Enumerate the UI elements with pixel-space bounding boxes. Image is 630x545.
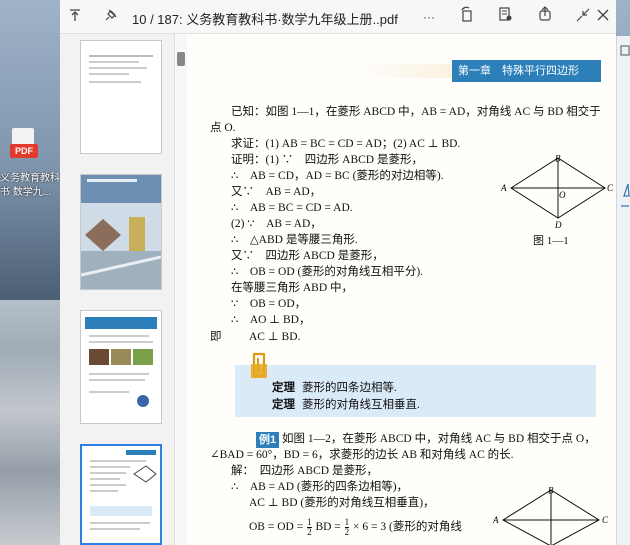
equation-part: BD = <box>315 521 341 534</box>
proof-line: 证明：(1) ∵ 四边形 ABCD 是菱形， <box>231 154 423 166</box>
figure1-label-a: A <box>501 183 507 193</box>
rhombus-figure-2: A B C <box>493 485 609 545</box>
example-line: 如图 1—2，在菱形 ABCD 中，对角线 AC 与 BD 相交于点 O， <box>282 433 596 445</box>
solution-line: 解： 四边形 ABCD 是菱形， <box>231 465 378 477</box>
fraction-denominator: 2 <box>344 527 350 537</box>
solution-equation: OB = OD = 12 BD = 12 × 6 = 3 (菱形的对角线 <box>249 518 462 537</box>
pdf-page: 第一章 特殊平行四边形 已知：如图 1—1，在菱形 ABCD 中，AB = AD… <box>187 34 616 545</box>
document-title: 10 / 187: 义务教育教科书·数学九年级上册..pdf <box>132 12 398 27</box>
proof-line: (2) ∵ AB = AD， <box>231 218 322 230</box>
figure2-label-a: A <box>493 515 499 525</box>
page-thumbnail-current[interactable] <box>80 444 162 545</box>
fraction: 12 <box>307 518 312 537</box>
figure2-label-b: B <box>548 485 554 495</box>
vertical-scrollbar[interactable] <box>175 34 187 545</box>
thumbnail-sidebar <box>60 34 175 545</box>
proof-line: ∴ AB = BC = CD = AD. <box>231 202 353 214</box>
fraction: 12 <box>344 518 350 537</box>
pdf-viewer-window: 10 / 187: 义务教育教科书·数学九年级上册..pdf ··· 第一章 特… <box>60 0 616 545</box>
theorem-text: 菱形的四条边相等. <box>302 382 397 394</box>
proof-line: ∴ OB = OD (菱形的对角线互相平分). <box>231 266 424 278</box>
page-thumbnail[interactable] <box>80 174 162 290</box>
figure1-caption: 图 1—1 <box>533 235 569 247</box>
pdf-badge: PDF <box>10 144 38 158</box>
proof-given-line2: 点 O. <box>210 122 236 134</box>
scrollbar-thumb[interactable] <box>177 52 185 66</box>
proof-line: 在等腰三角形 ABD 中， <box>231 282 354 294</box>
chapter-header: 第一章 特殊平行四边形 <box>452 60 601 82</box>
pdf-file-icon[interactable]: PDF <box>6 128 40 168</box>
desktop-icon-label-line2: 书 数学九... <box>0 187 52 198</box>
proof-prove-line: 求证：(1) AB = BC = CD = AD；(2) AC ⊥ BD. <box>231 138 461 150</box>
thumbnail-preview <box>80 175 162 289</box>
proof-line: 又∵ 四边形 ABCD 是菱形， <box>231 250 384 262</box>
example-line: ∠BAD = 60°，BD = 6，求菱形的边长 AB 和对角线 AC 的长. <box>210 449 514 461</box>
thumbnail-preview <box>90 450 157 530</box>
proof-given-line1: 已知：如图 1—1，在菱形 ABCD 中，AB = AD，对角线 AC 与 BD… <box>231 106 601 118</box>
desktop-icon-label[interactable]: 义务教育教科 书 数学九... <box>0 172 60 200</box>
proof-line: ∴ AB = CD，AD = BC (菱形的对边相等). <box>231 170 444 182</box>
example-label: 例1 <box>256 432 280 448</box>
fraction-denominator: 2 <box>307 527 312 537</box>
paperclip-icon <box>251 352 267 378</box>
thumbnail-preview <box>85 317 157 407</box>
proof-conclusion: AC ⊥ BD. <box>249 331 301 343</box>
rotate-document-icon[interactable] <box>456 6 478 28</box>
page-thumbnail[interactable] <box>80 40 162 154</box>
theorem-box: 定理 菱形的四条边相等. 定理 菱形的对角线互相垂直. <box>235 365 596 417</box>
proof-conclusion-prefix: 即 <box>210 331 222 343</box>
figure1-label-d: D <box>554 220 562 230</box>
figure1-label-o: O <box>559 190 566 200</box>
share-icon[interactable] <box>534 6 556 28</box>
equation-part: × 6 = 3 (菱形的对角线 <box>353 521 462 534</box>
equation-part: OB = OD = <box>249 521 304 534</box>
theorem-label: 定理 <box>272 382 295 394</box>
page-thumbnail[interactable] <box>80 310 162 424</box>
background-window-glyphs <box>620 45 630 207</box>
minimize-expand-icon[interactable] <box>572 6 594 28</box>
doc-settings-icon[interactable] <box>494 6 516 28</box>
proof-line: ∴ AO ⊥ BD， <box>231 314 311 326</box>
proof-line: ∴ △ABD 是等腰三角形. <box>231 234 358 246</box>
desktop-icon-label-line1: 义务教育教科 <box>0 173 60 184</box>
figure1-label-c: C <box>607 183 613 193</box>
theorem-label: 定理 <box>272 399 295 411</box>
solution-line: AC ⊥ BD (菱形的对角线互相垂直)， <box>249 497 435 509</box>
thumbnail-preview <box>89 55 153 83</box>
titlebar: 10 / 187: 义务教育教科书·数学九年级上册..pdf ··· <box>60 0 616 34</box>
theorem-text: 菱形的对角线互相垂直. <box>302 399 420 411</box>
more-options-button[interactable]: ··· <box>418 6 440 28</box>
proof-line: ∵ OB = OD， <box>231 298 307 310</box>
figure2-label-c: C <box>602 515 609 525</box>
pin-top-icon[interactable] <box>64 6 86 28</box>
solution-line: ∴ AB = AD (菱形的四条边相等)， <box>231 481 409 493</box>
figure1-label-b: B <box>555 154 561 163</box>
desktop-scenery <box>0 300 60 545</box>
proof-line: 又∵ AB = AD， <box>231 186 322 198</box>
pushpin-icon[interactable] <box>100 6 122 28</box>
background-window-edge <box>616 36 630 545</box>
close-icon[interactable] <box>592 6 614 28</box>
